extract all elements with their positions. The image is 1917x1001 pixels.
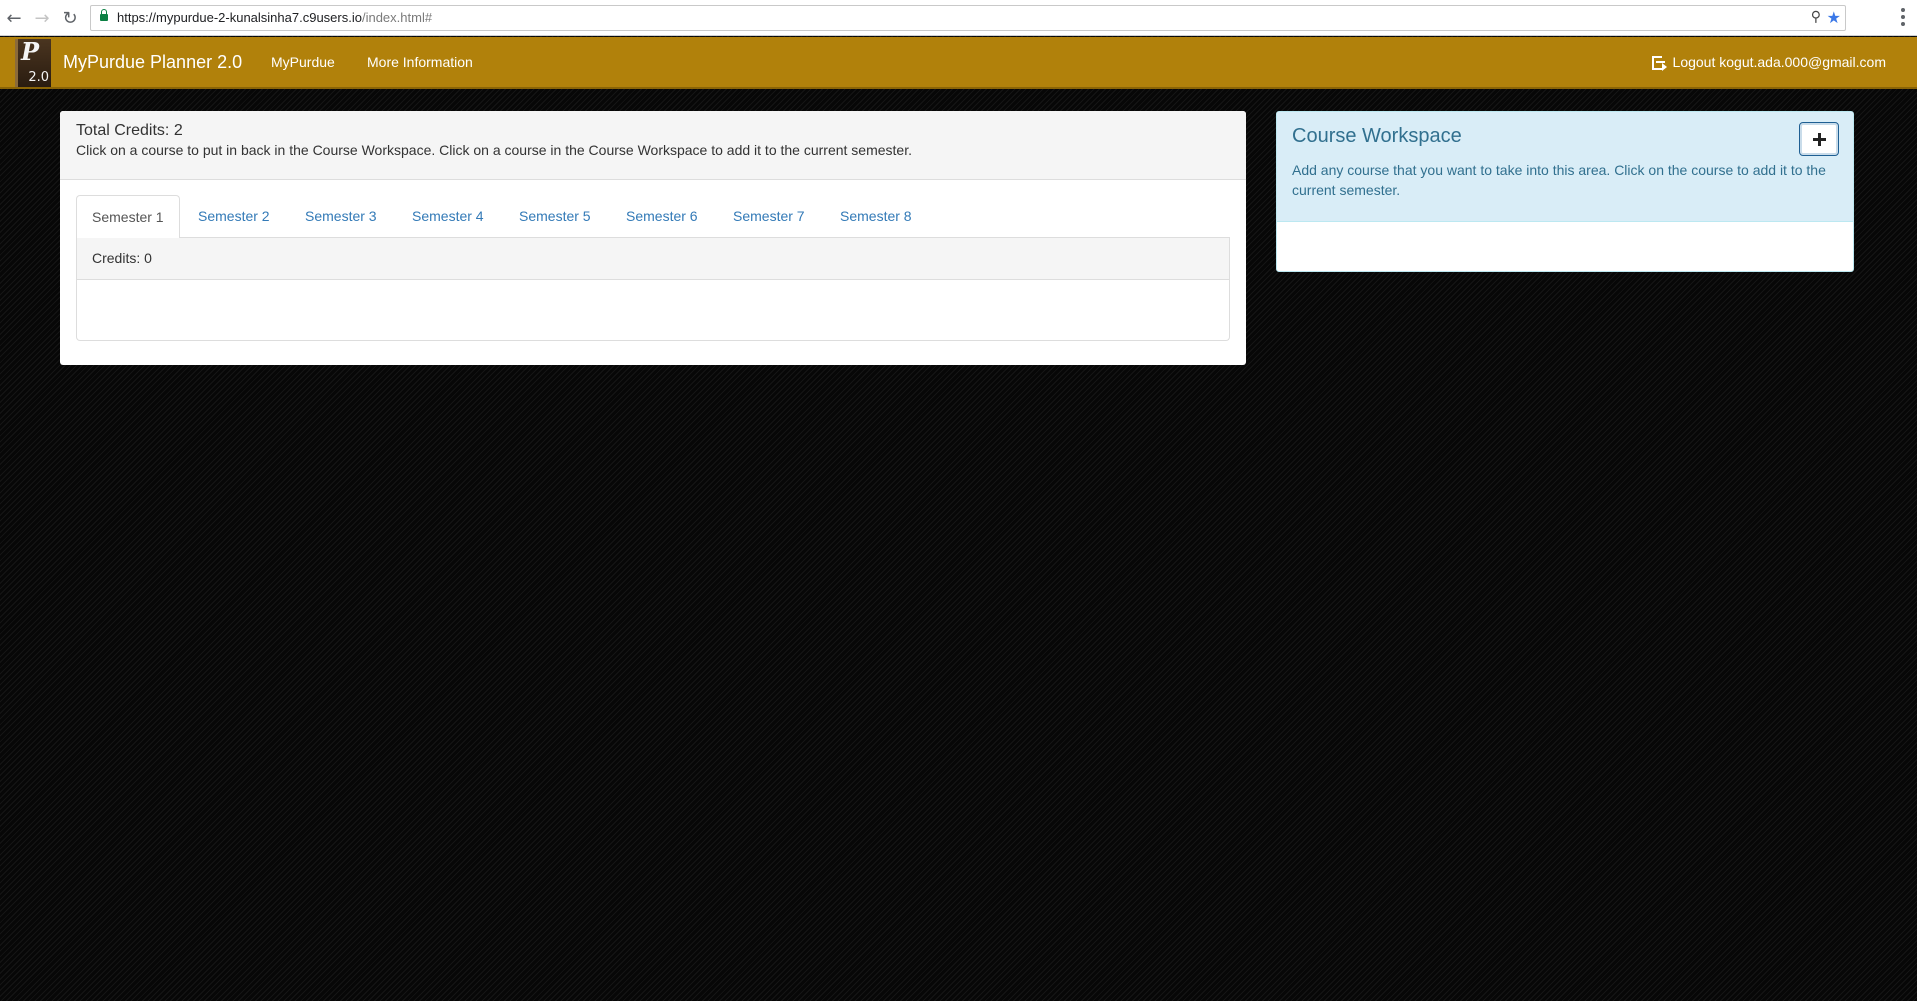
planner-header: Total Credits: 2 Click on a course to pu… [60, 111, 1246, 180]
forward-arrow-icon[interactable]: → [30, 6, 54, 30]
logo-letter: P [21, 37, 40, 66]
semester-course-panel: Credits: 0 [76, 238, 1230, 341]
course-workspace-panel: Course Workspace Add any course that you… [1276, 111, 1854, 272]
app-navbar: P 2.0 MyPurdue Planner 2.0 MyPurdue More… [0, 37, 1917, 89]
browser-toolbar: ← → ↻ https://mypurdue-2-kunalsinha7.c9u… [0, 0, 1917, 36]
tab-semester-1[interactable]: Semester 1 [76, 195, 180, 239]
semester-tabs: Semester 1 Semester 2 Semester 3 Semeste… [76, 195, 1230, 239]
tab-semester-4[interactable]: Semester 4 [397, 195, 499, 238]
tab-semester-8[interactable]: Semester 8 [825, 195, 927, 238]
url-text[interactable]: https://mypurdue-2-kunalsinha7.c9users.i… [117, 10, 432, 25]
logo-version: 2.0 [28, 70, 49, 85]
logout-icon [1651, 56, 1667, 71]
semester-credits: Credits: 0 [77, 238, 1229, 280]
address-bar[interactable]: https://mypurdue-2-kunalsinha7.c9users.i… [90, 5, 1846, 31]
logout-label: Logout kogut.ada.000@gmail.com [1672, 54, 1886, 70]
tab-semester-3[interactable]: Semester 3 [290, 195, 392, 238]
planner-help-text: Click on a course to put in back in the … [76, 142, 912, 158]
url-path: /index.html# [361, 10, 433, 25]
reload-icon[interactable]: ↻ [58, 6, 82, 30]
workspace-description: Add any course that you want to take int… [1292, 162, 1826, 198]
bookmark-star-icon[interactable]: ★ [1827, 8, 1841, 27]
url-host: https://mypurdue-2-kunalsinha7.c9users.i… [117, 10, 362, 25]
brand-title[interactable]: MyPurdue Planner 2.0 [63, 52, 242, 73]
add-course-button[interactable] [1799, 122, 1839, 156]
tab-semester-6[interactable]: Semester 6 [611, 195, 713, 238]
nav-link-more-information[interactable]: More Information [367, 54, 473, 70]
tab-semester-2[interactable]: Semester 2 [183, 195, 285, 238]
semester-planner-panel: Total Credits: 2 Click on a course to pu… [60, 111, 1246, 365]
workspace-title: Course Workspace [1292, 125, 1462, 147]
logout-link[interactable]: Logout kogut.ada.000@gmail.com [1651, 54, 1886, 71]
tab-semester-5[interactable]: Semester 5 [504, 195, 606, 238]
tab-semester-7[interactable]: Semester 7 [718, 195, 820, 238]
total-credits: Total Credits: 2 [76, 122, 183, 139]
lock-icon [100, 9, 108, 22]
workspace-header: Course Workspace Add any course that you… [1277, 112, 1853, 222]
key-icon[interactable]: ⚲ [1811, 9, 1821, 25]
purdue-logo[interactable]: P 2.0 [15, 39, 51, 87]
plus-icon [1812, 132, 1826, 146]
nav-link-mypurdue[interactable]: MyPurdue [271, 54, 335, 70]
back-arrow-icon[interactable]: ← [2, 6, 26, 30]
browser-menu-icon[interactable] [1901, 8, 1905, 26]
